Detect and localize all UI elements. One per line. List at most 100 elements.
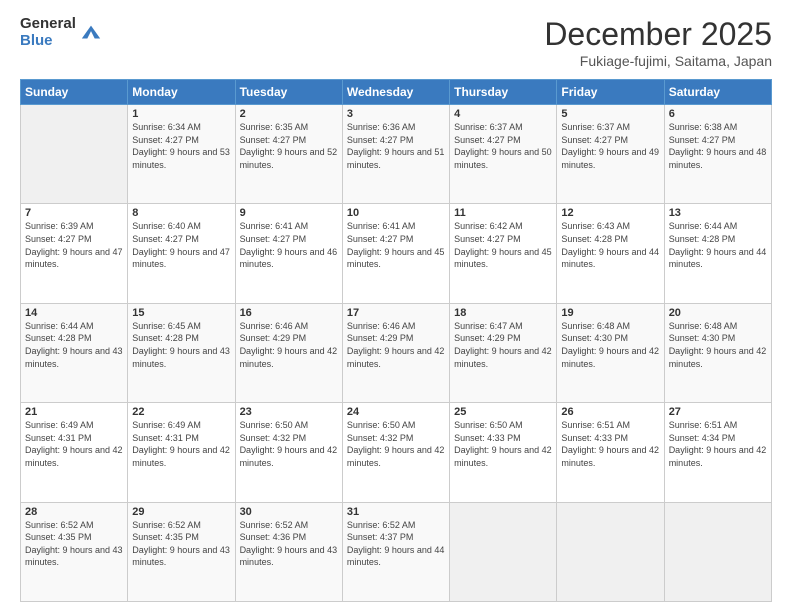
day-number: 27 <box>669 406 767 418</box>
day-info: Sunrise: 6:50 AMSunset: 4:32 PMDaylight:… <box>347 419 445 469</box>
weekday-header-wednesday: Wednesday <box>342 80 449 105</box>
week-row-3: 14Sunrise: 6:44 AMSunset: 4:28 PMDayligh… <box>21 303 772 402</box>
day-number: 23 <box>240 406 338 418</box>
weekday-header-row: SundayMondayTuesdayWednesdayThursdayFrid… <box>21 80 772 105</box>
week-row-1: 1Sunrise: 6:34 AMSunset: 4:27 PMDaylight… <box>21 105 772 204</box>
day-cell: 23Sunrise: 6:50 AMSunset: 4:32 PMDayligh… <box>235 403 342 502</box>
day-cell: 10Sunrise: 6:41 AMSunset: 4:27 PMDayligh… <box>342 204 449 303</box>
logo: General Blue <box>20 16 102 49</box>
day-number: 26 <box>561 406 659 418</box>
day-number: 13 <box>669 207 767 219</box>
day-info: Sunrise: 6:52 AMSunset: 4:35 PMDaylight:… <box>132 519 230 569</box>
day-info: Sunrise: 6:46 AMSunset: 4:29 PMDaylight:… <box>240 320 338 370</box>
logo-icon <box>80 22 102 44</box>
day-cell: 17Sunrise: 6:46 AMSunset: 4:29 PMDayligh… <box>342 303 449 402</box>
weekday-header-monday: Monday <box>128 80 235 105</box>
day-number: 9 <box>240 207 338 219</box>
day-number: 7 <box>25 207 123 219</box>
day-cell: 24Sunrise: 6:50 AMSunset: 4:32 PMDayligh… <box>342 403 449 502</box>
day-info: Sunrise: 6:40 AMSunset: 4:27 PMDaylight:… <box>132 220 230 270</box>
day-number: 4 <box>454 108 552 120</box>
weekday-header-sunday: Sunday <box>21 80 128 105</box>
day-cell: 1Sunrise: 6:34 AMSunset: 4:27 PMDaylight… <box>128 105 235 204</box>
day-info: Sunrise: 6:42 AMSunset: 4:27 PMDaylight:… <box>454 220 552 270</box>
day-cell: 13Sunrise: 6:44 AMSunset: 4:28 PMDayligh… <box>664 204 771 303</box>
day-info: Sunrise: 6:48 AMSunset: 4:30 PMDaylight:… <box>561 320 659 370</box>
day-info: Sunrise: 6:52 AMSunset: 4:35 PMDaylight:… <box>25 519 123 569</box>
day-info: Sunrise: 6:52 AMSunset: 4:36 PMDaylight:… <box>240 519 338 569</box>
day-cell <box>450 502 557 601</box>
title-block: December 2025 Fukiage-fujimi, Saitama, J… <box>544 16 772 69</box>
day-number: 19 <box>561 307 659 319</box>
weekday-header-thursday: Thursday <box>450 80 557 105</box>
day-number: 2 <box>240 108 338 120</box>
week-row-5: 28Sunrise: 6:52 AMSunset: 4:35 PMDayligh… <box>21 502 772 601</box>
day-number: 28 <box>25 506 123 518</box>
day-number: 31 <box>347 506 445 518</box>
day-number: 30 <box>240 506 338 518</box>
day-info: Sunrise: 6:37 AMSunset: 4:27 PMDaylight:… <box>454 121 552 171</box>
day-info: Sunrise: 6:51 AMSunset: 4:34 PMDaylight:… <box>669 419 767 469</box>
day-number: 25 <box>454 406 552 418</box>
day-cell: 3Sunrise: 6:36 AMSunset: 4:27 PMDaylight… <box>342 105 449 204</box>
day-cell: 8Sunrise: 6:40 AMSunset: 4:27 PMDaylight… <box>128 204 235 303</box>
day-info: Sunrise: 6:34 AMSunset: 4:27 PMDaylight:… <box>132 121 230 171</box>
day-cell: 9Sunrise: 6:41 AMSunset: 4:27 PMDaylight… <box>235 204 342 303</box>
day-number: 3 <box>347 108 445 120</box>
day-cell: 6Sunrise: 6:38 AMSunset: 4:27 PMDaylight… <box>664 105 771 204</box>
weekday-header-saturday: Saturday <box>664 80 771 105</box>
day-number: 12 <box>561 207 659 219</box>
day-info: Sunrise: 6:51 AMSunset: 4:33 PMDaylight:… <box>561 419 659 469</box>
day-info: Sunrise: 6:49 AMSunset: 4:31 PMDaylight:… <box>25 419 123 469</box>
day-cell: 14Sunrise: 6:44 AMSunset: 4:28 PMDayligh… <box>21 303 128 402</box>
day-info: Sunrise: 6:50 AMSunset: 4:33 PMDaylight:… <box>454 419 552 469</box>
day-info: Sunrise: 6:41 AMSunset: 4:27 PMDaylight:… <box>240 220 338 270</box>
day-cell: 22Sunrise: 6:49 AMSunset: 4:31 PMDayligh… <box>128 403 235 502</box>
day-info: Sunrise: 6:46 AMSunset: 4:29 PMDaylight:… <box>347 320 445 370</box>
day-info: Sunrise: 6:49 AMSunset: 4:31 PMDaylight:… <box>132 419 230 469</box>
day-cell: 16Sunrise: 6:46 AMSunset: 4:29 PMDayligh… <box>235 303 342 402</box>
day-info: Sunrise: 6:37 AMSunset: 4:27 PMDaylight:… <box>561 121 659 171</box>
day-cell: 12Sunrise: 6:43 AMSunset: 4:28 PMDayligh… <box>557 204 664 303</box>
day-info: Sunrise: 6:44 AMSunset: 4:28 PMDaylight:… <box>669 220 767 270</box>
day-number: 21 <box>25 406 123 418</box>
day-info: Sunrise: 6:44 AMSunset: 4:28 PMDaylight:… <box>25 320 123 370</box>
week-row-2: 7Sunrise: 6:39 AMSunset: 4:27 PMDaylight… <box>21 204 772 303</box>
day-number: 1 <box>132 108 230 120</box>
day-number: 11 <box>454 207 552 219</box>
day-cell: 29Sunrise: 6:52 AMSunset: 4:35 PMDayligh… <box>128 502 235 601</box>
calendar-table: SundayMondayTuesdayWednesdayThursdayFrid… <box>20 79 772 602</box>
day-cell <box>664 502 771 601</box>
day-cell: 21Sunrise: 6:49 AMSunset: 4:31 PMDayligh… <box>21 403 128 502</box>
day-number: 8 <box>132 207 230 219</box>
month-title: December 2025 <box>544 16 772 53</box>
day-number: 22 <box>132 406 230 418</box>
day-cell: 18Sunrise: 6:47 AMSunset: 4:29 PMDayligh… <box>450 303 557 402</box>
logo-general: General <box>20 16 76 33</box>
day-cell: 20Sunrise: 6:48 AMSunset: 4:30 PMDayligh… <box>664 303 771 402</box>
day-info: Sunrise: 6:45 AMSunset: 4:28 PMDaylight:… <box>132 320 230 370</box>
day-info: Sunrise: 6:47 AMSunset: 4:29 PMDaylight:… <box>454 320 552 370</box>
logo-text: General Blue <box>20 16 76 49</box>
week-row-4: 21Sunrise: 6:49 AMSunset: 4:31 PMDayligh… <box>21 403 772 502</box>
day-info: Sunrise: 6:39 AMSunset: 4:27 PMDaylight:… <box>25 220 123 270</box>
day-number: 10 <box>347 207 445 219</box>
day-cell: 28Sunrise: 6:52 AMSunset: 4:35 PMDayligh… <box>21 502 128 601</box>
day-info: Sunrise: 6:52 AMSunset: 4:37 PMDaylight:… <box>347 519 445 569</box>
day-cell: 7Sunrise: 6:39 AMSunset: 4:27 PMDaylight… <box>21 204 128 303</box>
day-info: Sunrise: 6:50 AMSunset: 4:32 PMDaylight:… <box>240 419 338 469</box>
day-number: 24 <box>347 406 445 418</box>
day-cell: 19Sunrise: 6:48 AMSunset: 4:30 PMDayligh… <box>557 303 664 402</box>
day-cell: 27Sunrise: 6:51 AMSunset: 4:34 PMDayligh… <box>664 403 771 502</box>
day-cell <box>21 105 128 204</box>
day-info: Sunrise: 6:36 AMSunset: 4:27 PMDaylight:… <box>347 121 445 171</box>
day-number: 29 <box>132 506 230 518</box>
day-cell: 2Sunrise: 6:35 AMSunset: 4:27 PMDaylight… <box>235 105 342 204</box>
page: General Blue December 2025 Fukiage-fujim… <box>0 0 792 612</box>
day-info: Sunrise: 6:35 AMSunset: 4:27 PMDaylight:… <box>240 121 338 171</box>
header: General Blue December 2025 Fukiage-fujim… <box>20 16 772 69</box>
day-cell: 4Sunrise: 6:37 AMSunset: 4:27 PMDaylight… <box>450 105 557 204</box>
location-subtitle: Fukiage-fujimi, Saitama, Japan <box>544 53 772 69</box>
day-info: Sunrise: 6:43 AMSunset: 4:28 PMDaylight:… <box>561 220 659 270</box>
day-number: 17 <box>347 307 445 319</box>
